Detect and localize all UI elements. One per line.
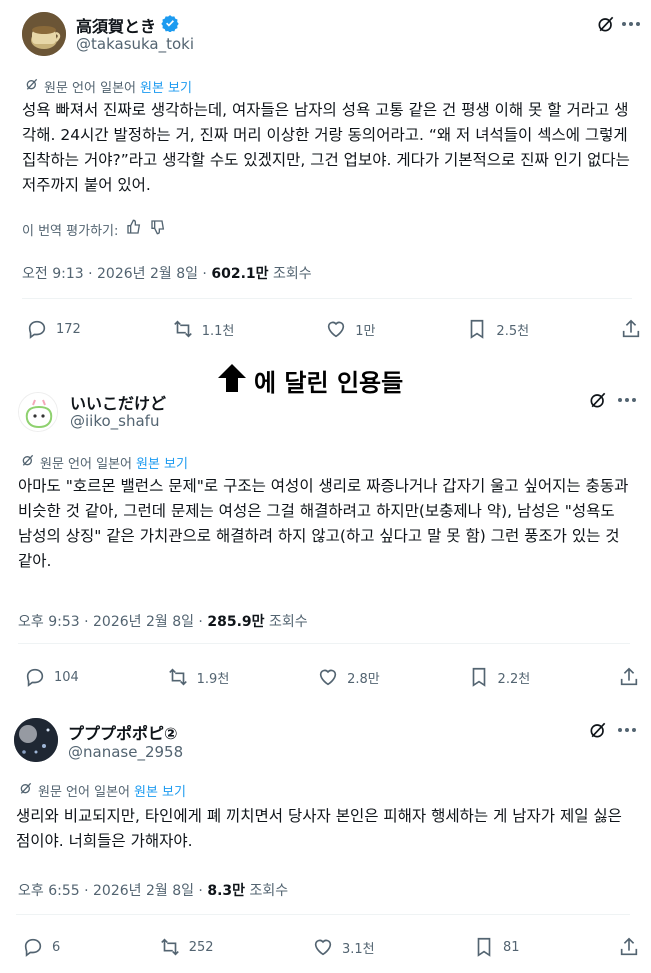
retweet-icon <box>168 668 187 686</box>
share-button[interactable] <box>618 666 640 688</box>
arrow-up-icon <box>216 362 248 398</box>
view-count: 285.9만 <box>207 614 265 630</box>
tweet-timestamp[interactable]: 오후 6:55 · 2026년 2월 8일 · <box>18 883 203 899</box>
translation-note: 원문 언어 일본어 <box>38 784 130 800</box>
heart-icon <box>319 669 337 686</box>
heart-icon <box>328 321 345 338</box>
share-button[interactable] <box>620 318 642 340</box>
like-button[interactable]: 3.1천 <box>312 936 375 958</box>
translation-note: 원문 언어 일본어 <box>40 456 132 472</box>
reply-icon <box>28 320 46 339</box>
author-name[interactable]: プププポポピ② <box>68 720 178 744</box>
heart-icon <box>314 939 332 956</box>
retweet-button[interactable]: 1.1천 <box>172 318 234 340</box>
action-bar: 172 1.1천 1만 2.5천 <box>26 318 642 340</box>
rate-translation-label: 이 번역 평가하기: <box>22 223 119 239</box>
translate-icon <box>18 780 34 800</box>
view-count-label: 조회수 <box>272 266 312 282</box>
avatar[interactable] <box>22 12 66 56</box>
retweet-icon <box>173 320 192 338</box>
tweet-timestamp[interactable]: 오전 9:13 · 2026년 2월 8일 · <box>22 266 207 282</box>
bookmark-button[interactable]: 2.5천 <box>466 318 529 340</box>
bookmark-icon <box>472 667 485 687</box>
share-icon <box>622 319 640 338</box>
reply-button[interactable]: 172 <box>26 318 81 340</box>
retweet-button[interactable]: 1.9천 <box>167 666 229 688</box>
author-name[interactable]: 高須賀とき <box>76 13 156 37</box>
quotes-banner: 에 달린 인용들 <box>254 368 404 397</box>
action-bar: 104 1.9천 2.8만 2.2천 <box>24 666 640 688</box>
view-count-label: 조회수 <box>268 614 308 630</box>
more-options-icon[interactable] <box>618 398 636 402</box>
grok-icon[interactable] <box>588 720 608 744</box>
avatar[interactable] <box>18 392 58 432</box>
author-name[interactable]: いいこだけど <box>70 390 166 414</box>
share-button[interactable] <box>618 936 640 958</box>
bookmark-button[interactable]: 81 <box>473 936 520 958</box>
action-bar: 6 252 3.1천 81 <box>22 936 640 958</box>
translation-note: 원문 언어 일본어 <box>44 80 136 96</box>
author-handle[interactable]: @takasuka_toki <box>76 35 194 53</box>
divider <box>18 643 630 644</box>
retweet-button[interactable]: 252 <box>159 936 214 958</box>
translate-icon <box>24 76 40 96</box>
share-icon <box>620 937 638 956</box>
share-icon <box>620 667 638 686</box>
bookmark-button[interactable]: 2.2천 <box>468 666 530 688</box>
divider <box>22 298 632 299</box>
divider <box>16 914 630 915</box>
verified-badge-icon <box>161 14 179 36</box>
view-count: 8.3만 <box>207 883 246 899</box>
avatar[interactable] <box>14 718 58 762</box>
thumbs-up-icon[interactable] <box>126 219 142 239</box>
bookmark-icon <box>471 319 484 339</box>
reply-icon <box>26 668 44 687</box>
author-handle[interactable]: @iiko_shafu <box>70 412 159 430</box>
tweet-text: 아마도 "호르몬 밸런스 문제"로 구조는 여성이 생리로 짜증나거나 갑자기 … <box>18 477 629 570</box>
bookmark-icon <box>477 937 491 957</box>
like-button[interactable]: 2.8만 <box>317 666 380 688</box>
reply-icon <box>24 938 42 957</box>
tweet-text: 성욕 빠져서 진짜로 생각하는데, 여자들은 남자의 성욕 고통 같은 건 평생… <box>22 101 630 194</box>
like-button[interactable]: 1만 <box>325 318 376 340</box>
thumbs-down-icon[interactable] <box>150 219 166 239</box>
grok-icon[interactable] <box>596 14 616 38</box>
tweet-text: 생리와 비교되지만, 타인에게 폐 끼치면서 당사자 본인은 피해자 행세하는 … <box>16 807 622 850</box>
reply-button[interactable]: 6 <box>22 936 60 958</box>
more-options-icon[interactable] <box>622 22 640 26</box>
show-original-link[interactable]: 원본 보기 <box>140 77 192 96</box>
author-handle[interactable]: @nanase_2958 <box>68 743 183 761</box>
retweet-icon <box>160 938 179 956</box>
translate-icon <box>20 452 36 472</box>
show-original-link[interactable]: 원본 보기 <box>136 453 188 472</box>
grok-icon[interactable] <box>588 390 608 414</box>
more-options-icon[interactable] <box>618 728 636 732</box>
reply-button[interactable]: 104 <box>24 666 79 688</box>
tweet-timestamp[interactable]: 오후 9:53 · 2026년 2월 8일 · <box>18 614 203 630</box>
view-count: 602.1만 <box>211 266 269 282</box>
show-original-link[interactable]: 원본 보기 <box>134 781 186 800</box>
view-count-label: 조회수 <box>249 883 289 899</box>
